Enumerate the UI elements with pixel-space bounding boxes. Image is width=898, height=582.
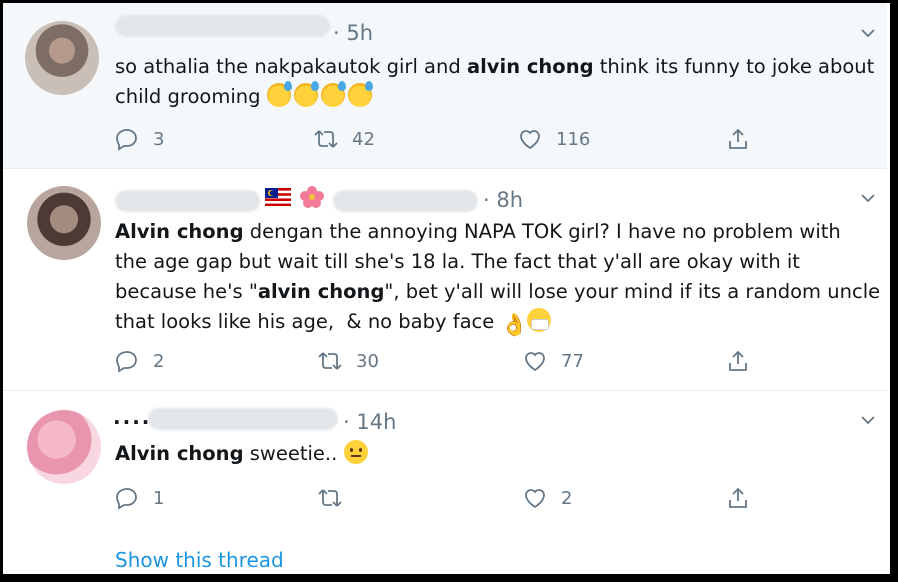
- grinning-sweat-emoji-icon: [293, 81, 319, 107]
- retweet-button[interactable]: [318, 484, 356, 512]
- tweet-text-part: sweetie..: [243, 442, 344, 465]
- like-count: 116: [556, 128, 591, 150]
- redacted-username: [115, 15, 330, 37]
- like-button[interactable]: 77: [523, 347, 584, 375]
- reply-button[interactable]: 1: [115, 484, 164, 512]
- heart-icon: [525, 489, 545, 509]
- share-button[interactable]: [726, 125, 764, 153]
- mention-bold: Alvin chong: [115, 442, 244, 465]
- redacted-handle: [148, 408, 338, 430]
- like-count: 77: [561, 350, 584, 372]
- grinning-sweat-emoji-icon: [320, 81, 346, 107]
- grinning-sweat-emoji-icon: [347, 81, 373, 107]
- show-thread-link[interactable]: Show this thread: [115, 548, 284, 572]
- chevron-down-icon[interactable]: [860, 190, 876, 206]
- tweet-timestamp[interactable]: · 14h: [343, 410, 396, 434]
- face-mask-emoji-icon: [527, 308, 552, 332]
- tweet-actions: 2 30 77: [115, 347, 887, 375]
- tweet-actions: 1 2: [115, 484, 887, 512]
- redacted-handle: [333, 190, 478, 212]
- reply-button[interactable]: 3: [115, 125, 164, 153]
- retweet-icon: [318, 489, 342, 507]
- like-button[interactable]: 116: [518, 125, 590, 153]
- mention-bold: Alvin chong: [115, 220, 244, 243]
- chevron-down-icon[interactable]: [860, 25, 876, 41]
- tweet-text-part: so athalia the nakpakautok girl and: [115, 55, 467, 78]
- share-button[interactable]: [726, 347, 764, 375]
- share-icon: [729, 487, 747, 508]
- reply-count: 1: [153, 487, 165, 509]
- retweet-icon: [314, 130, 338, 148]
- heart-icon: [525, 352, 545, 372]
- reply-icon: [116, 129, 137, 151]
- mention-bold: alvin chong: [257, 280, 385, 303]
- tweet-text: Alvin chong sweetie..: [115, 439, 885, 469]
- chevron-down-icon[interactable]: [860, 412, 876, 428]
- display-name[interactable]: ....: [113, 405, 151, 429]
- retweet-icon: [318, 352, 342, 370]
- reply-button[interactable]: 2: [115, 347, 164, 375]
- tweet-timestamp[interactable]: · 8h: [483, 188, 523, 212]
- reply-icon: [116, 488, 137, 510]
- retweet-count: 42: [352, 128, 375, 150]
- like-button[interactable]: 2: [523, 484, 572, 512]
- share-icon: [729, 128, 747, 149]
- grinning-sweat-emoji-icon: [266, 81, 292, 107]
- reply-count: 2: [153, 350, 165, 372]
- tweet-actions: 3 42 116: [115, 125, 887, 153]
- malaysia-flag-icon: [265, 188, 291, 206]
- retweet-button[interactable]: 42: [314, 125, 375, 153]
- avatar[interactable]: [25, 21, 99, 95]
- hibiscus-flower-icon: [300, 186, 324, 208]
- tweet-card[interactable]: .... · 14h Alvin chong sweetie.. 1 2 Sho…: [3, 392, 887, 575]
- ok-hand-emoji-icon: 👌: [500, 313, 528, 338]
- reply-count: 3: [153, 128, 165, 150]
- heart-icon: [520, 130, 540, 150]
- tweet-text: so athalia the nakpakautok girl and alvi…: [115, 52, 885, 112]
- tweet-card[interactable]: · 5h so athalia the nakpakautok girl and…: [3, 3, 887, 169]
- share-button[interactable]: [726, 484, 764, 512]
- neutral-face-emoji-icon: [343, 440, 368, 464]
- tweet-card[interactable]: · 8h Alvin chong dengan the annoying NAP…: [3, 170, 887, 391]
- retweet-count: 30: [356, 350, 379, 372]
- mention-bold: alvin chong: [466, 55, 594, 78]
- retweet-button[interactable]: 30: [318, 347, 379, 375]
- share-icon: [729, 350, 747, 371]
- tweet-timestamp[interactable]: · 5h: [333, 21, 373, 45]
- tweet-text: Alvin chong dengan the annoying NAPA TOK…: [115, 217, 885, 338]
- like-count: 2: [561, 487, 573, 509]
- redacted-username: [115, 190, 260, 212]
- avatar[interactable]: [27, 410, 101, 484]
- reply-icon: [116, 351, 137, 373]
- avatar[interactable]: [27, 186, 101, 260]
